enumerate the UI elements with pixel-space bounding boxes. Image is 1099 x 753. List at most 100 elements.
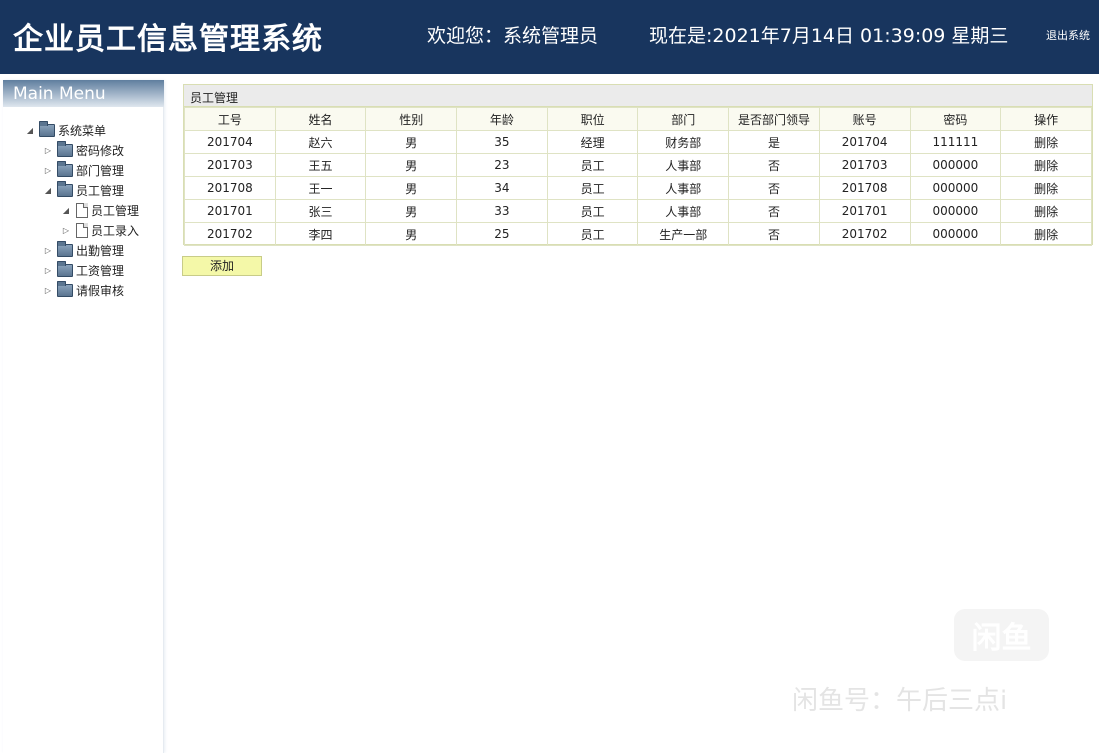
table-cell: 000000 (909, 176, 1002, 200)
table-cell: 000000 (909, 222, 1002, 246)
collapsed-arrow-icon[interactable]: ▷ (43, 246, 53, 255)
table-cell: 男 (365, 176, 458, 200)
delete-link[interactable]: 删除 (1000, 153, 1092, 177)
table-cell: 201701 (184, 199, 276, 223)
tree-item-employee[interactable]: ◢ 员工管理 (43, 180, 124, 200)
table-cell: 33 (456, 199, 548, 223)
file-icon (76, 222, 88, 238)
delete-link[interactable]: 删除 (1000, 199, 1092, 223)
table-row: 201703 王五 男 23 员工 人事部 否 201703 000000 删除 (184, 153, 1092, 177)
table-cell: 员工 (546, 176, 639, 200)
table-cell: 财务部 (637, 130, 730, 154)
tree-item-label: 员工录入 (91, 223, 140, 238)
employee-table: 工号 姓名 性别 年龄 职位 部门 是否部门领导 账号 密码 操作 201704… (184, 107, 1092, 246)
table-cell: 员工 (546, 222, 639, 246)
folder-icon (57, 180, 73, 197)
clock-text: 现在是:2021年7月14日 01:39:09 星期三 (649, 25, 1009, 47)
column-header: 性别 (365, 107, 458, 131)
table-cell: 否 (728, 176, 820, 200)
table-row: 201708 王一 男 34 员工 人事部 否 201708 000000 删除 (184, 176, 1092, 200)
table-cell: 是 (728, 130, 820, 154)
tree-item-password[interactable]: ▷ 密码修改 (43, 140, 124, 160)
folder-icon (57, 260, 73, 277)
sidebar: Main Menu ◢ 系统菜单 ▷ 密码修改 ▷ 部门管理 ◢ 员工管理 ◢ … (3, 80, 164, 753)
tree-item-department[interactable]: ▷ 部门管理 (43, 160, 124, 180)
table-cell: 人事部 (637, 176, 730, 200)
logout-link[interactable]: 退出系统 (1046, 27, 1090, 43)
table-row: 201701 张三 男 33 员工 人事部 否 201701 000000 删除 (184, 199, 1092, 223)
expanded-arrow-icon[interactable]: ◢ (43, 186, 53, 195)
app-title: 企业员工信息管理系统 (13, 22, 323, 57)
panel-title: 员工管理 (184, 85, 1092, 107)
collapsed-arrow-icon[interactable]: ▷ (61, 226, 71, 235)
table-cell: 201701 (818, 199, 911, 223)
watermark-logo: 闲鱼 (954, 609, 1049, 661)
column-header: 姓名 (274, 107, 367, 131)
table-row: 201702 李四 男 25 员工 生产一部 否 201702 000000 删… (184, 222, 1092, 246)
folder-icon (57, 140, 73, 157)
table-cell: 员工 (546, 153, 639, 177)
collapsed-arrow-icon[interactable]: ▷ (43, 286, 53, 295)
column-header: 年龄 (456, 107, 548, 131)
expanded-arrow-icon[interactable]: ◢ (25, 126, 35, 135)
folder-icon (57, 160, 73, 177)
expanded-arrow-icon[interactable]: ◢ (61, 206, 71, 215)
table-cell: 男 (365, 199, 458, 223)
table-cell: 王一 (274, 176, 367, 200)
table-cell: 000000 (909, 199, 1002, 223)
folder-icon (39, 120, 55, 137)
table-cell: 李四 (274, 222, 367, 246)
table-cell: 201704 (184, 130, 276, 154)
welcome-text: 欢迎您：系统管理员 (427, 25, 599, 47)
table-cell: 201702 (184, 222, 276, 246)
tree-item-leave[interactable]: ▷ 请假审核 (43, 280, 124, 300)
tree-item-label: 密码修改 (76, 143, 125, 158)
tree-item-salary[interactable]: ▷ 工资管理 (43, 260, 124, 280)
tree-root[interactable]: ◢ 系统菜单 (25, 120, 106, 140)
table-cell: 000000 (909, 153, 1002, 177)
table-cell: 111111 (909, 130, 1002, 154)
table-cell: 201708 (818, 176, 911, 200)
delete-link[interactable]: 删除 (1000, 130, 1092, 154)
tree-item-attendance[interactable]: ▷ 出勤管理 (43, 240, 124, 260)
table-cell: 男 (365, 222, 458, 246)
column-header: 部门 (637, 107, 730, 131)
file-icon (76, 202, 88, 218)
table-cell: 23 (456, 153, 548, 177)
watermark-text: 闲鱼号：午后三点i (792, 686, 1008, 716)
table-cell: 男 (365, 130, 458, 154)
column-header: 密码 (909, 107, 1002, 131)
table-cell: 否 (728, 153, 820, 177)
table-cell: 25 (456, 222, 548, 246)
table-cell: 201702 (818, 222, 911, 246)
table-header-row: 工号 姓名 性别 年龄 职位 部门 是否部门领导 账号 密码 操作 (184, 107, 1092, 131)
tree-root-label: 系统菜单 (58, 123, 107, 138)
table-cell: 生产一部 (637, 222, 730, 246)
tree-item-label: 员工管理 (91, 203, 140, 218)
folder-icon (57, 240, 73, 257)
table-cell: 人事部 (637, 199, 730, 223)
table-cell: 201708 (184, 176, 276, 200)
column-header: 账号 (818, 107, 911, 131)
table-cell: 201703 (818, 153, 911, 177)
table-cell: 人事部 (637, 153, 730, 177)
collapsed-arrow-icon[interactable]: ▷ (43, 266, 53, 275)
table-cell: 201704 (818, 130, 911, 154)
tree-item-label: 出勤管理 (76, 243, 125, 258)
delete-link[interactable]: 删除 (1000, 176, 1092, 200)
column-header: 职位 (546, 107, 639, 131)
tree-item-employee-manage[interactable]: ◢ 员工管理 (61, 200, 139, 220)
collapsed-arrow-icon[interactable]: ▷ (43, 166, 53, 175)
add-button[interactable]: 添加 (182, 256, 262, 276)
collapsed-arrow-icon[interactable]: ▷ (43, 146, 53, 155)
table-cell: 赵六 (274, 130, 367, 154)
app-header: 企业员工信息管理系统 欢迎您：系统管理员 现在是:2021年7月14日 01:3… (0, 0, 1099, 74)
table-cell: 男 (365, 153, 458, 177)
tree-item-employee-entry[interactable]: ▷ 员工录入 (61, 220, 139, 240)
folder-icon (57, 280, 73, 297)
table-row: 201704 赵六 男 35 经理 财务部 是 201704 111111 删除 (184, 130, 1092, 154)
table-cell: 经理 (546, 130, 639, 154)
delete-link[interactable]: 删除 (1000, 222, 1092, 246)
tree-item-label: 工资管理 (76, 263, 125, 278)
main-menu-header: Main Menu (3, 80, 164, 107)
